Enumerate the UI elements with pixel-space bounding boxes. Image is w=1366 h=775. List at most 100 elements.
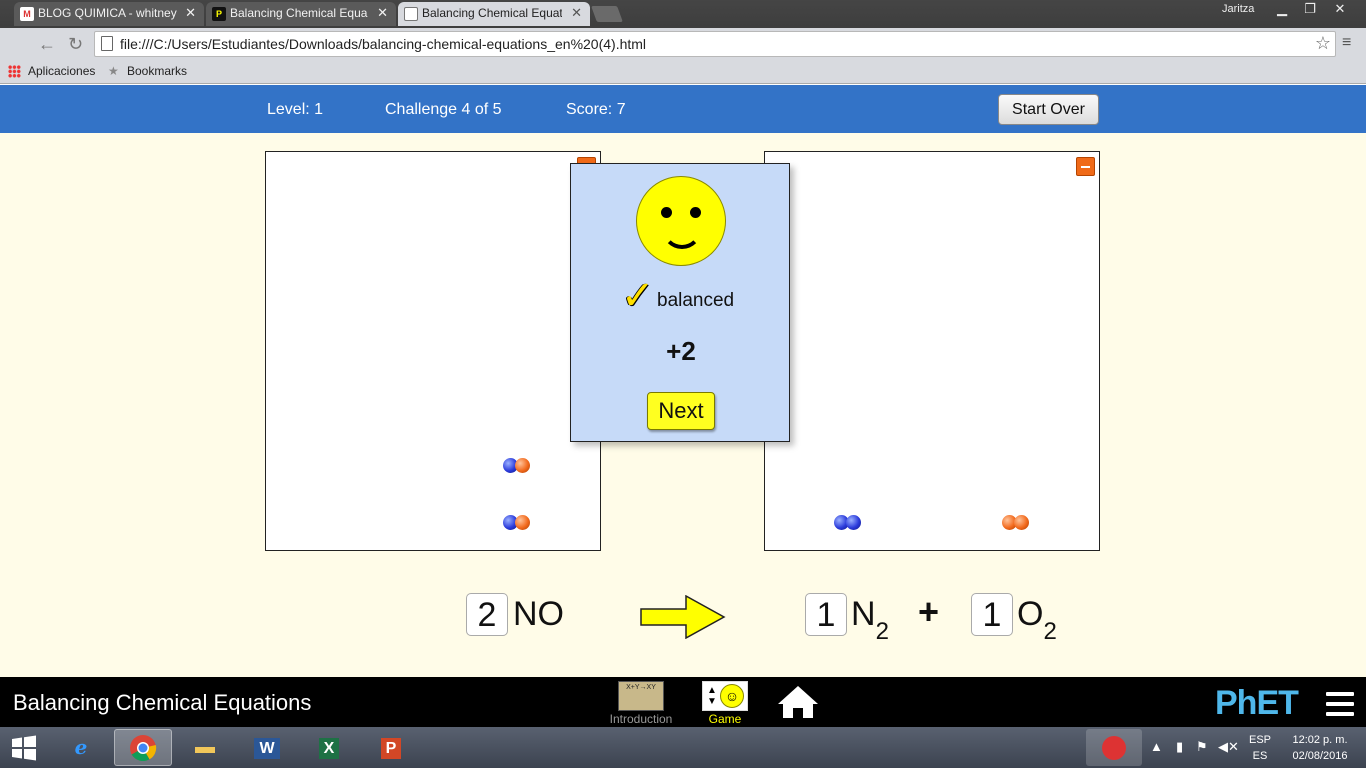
products-box: [764, 151, 1100, 551]
sim-title: Balancing Chemical Equations: [13, 690, 312, 715]
smiley-face-icon: [636, 176, 726, 266]
symbol-n: N: [851, 595, 876, 633]
phet-logo[interactable]: PhET: [1215, 684, 1299, 723]
tab-label: Balancing Chemical Equat: [422, 6, 562, 20]
browser-toolbar: ← ↻ file:///C:/Users/Estudiantes/Downloa…: [0, 28, 1366, 60]
chrome-taskbar-icon[interactable]: [114, 729, 172, 766]
restore-icon[interactable]: ❐: [1296, 0, 1324, 18]
tab-strip: M BLOG QUIMICA - whitney ✕ P Balancing C…: [0, 0, 1366, 28]
notification-app-icon[interactable]: [1086, 729, 1142, 766]
tab-blog-quimica[interactable]: M BLOG QUIMICA - whitney ✕: [14, 2, 204, 26]
url-text[interactable]: file:///C:/Users/Estudiantes/Downloads/b…: [120, 36, 646, 52]
bookmarks-bar: Aplicaciones ★ Bookmarks: [0, 60, 1366, 84]
home-icon[interactable]: [776, 684, 820, 720]
address-bar[interactable]: file:///C:/Users/Estudiantes/Downloads/b…: [94, 31, 1336, 57]
close-icon[interactable]: ✕: [377, 2, 388, 24]
nav-label-introduction: Introduction: [609, 712, 673, 726]
tab-label: BLOG QUIMICA - whitney: [38, 6, 177, 20]
apps-grid-icon: [8, 65, 21, 78]
phet-icon: P: [212, 7, 226, 21]
nav-label-game: Game: [708, 712, 742, 726]
oxygen-atom: [1014, 515, 1029, 530]
smiley-mouth: [662, 217, 702, 249]
up-down-arrows-icon: ▲ ▼: [707, 685, 717, 707]
page-icon: [404, 7, 418, 21]
excel-icon[interactable]: X: [300, 729, 358, 766]
smiley-icon: ☺: [720, 684, 744, 708]
profile-name[interactable]: Jaritza: [1222, 3, 1254, 15]
close-icon[interactable]: ✕: [571, 2, 582, 24]
molecule-o2: [1002, 515, 1030, 530]
new-tab-button[interactable]: [591, 6, 623, 22]
balanced-status: balanced: [657, 290, 735, 311]
windows-taskbar: e ▬ W X P ▲ ▮ ⚑ ◀✕ ESP ES 12:02 p. m. 02…: [0, 727, 1366, 768]
battery-icon[interactable]: ▮: [1176, 739, 1183, 755]
language-code[interactable]: ESP: [1248, 734, 1272, 746]
reactants-box: [265, 151, 601, 551]
file-explorer-icon[interactable]: ▬: [176, 729, 234, 766]
coefficient-o2[interactable]: 1: [971, 593, 1013, 636]
plus-sign: +: [918, 591, 940, 632]
close-window-icon[interactable]: ✕: [1326, 0, 1354, 18]
nav-introduction[interactable]: X+Y→XY Introduction: [604, 681, 678, 726]
molecule-no: [503, 515, 531, 530]
close-icon[interactable]: ✕: [185, 2, 196, 24]
star-icon: ★: [108, 64, 119, 78]
tab-balancing-1[interactable]: P Balancing Chemical Equa ✕: [206, 2, 396, 26]
formula-no: NO: [513, 595, 564, 633]
back-icon[interactable]: ←: [38, 34, 56, 55]
flag-icon[interactable]: ⚑: [1196, 739, 1208, 755]
formula-n2: N2: [851, 593, 889, 647]
game-thumb-icon: ▲ ▼ ☺: [702, 681, 748, 711]
start-over-button[interactable]: Start Over: [998, 94, 1099, 125]
clock-date[interactable]: 02/08/2016: [1284, 750, 1356, 762]
thumb-text: X+Y→XY: [626, 684, 656, 691]
score-label: Score: 7: [566, 101, 626, 118]
symbol-o: O: [1017, 595, 1044, 633]
chrome-icon: [130, 735, 157, 762]
formula-o2: O2: [1017, 593, 1057, 647]
tab-label: Balancing Chemical Equa: [230, 6, 368, 20]
subscript-o2: 2: [1043, 617, 1057, 645]
game-status-bar: Level: 1 Challenge 4 of 5 Score: 7 Start…: [0, 85, 1366, 133]
internet-explorer-icon[interactable]: e: [52, 729, 110, 766]
hamburger-menu-icon[interactable]: [1326, 692, 1354, 716]
page-icon: [101, 36, 113, 51]
checkmark-icon: ✓: [621, 274, 655, 318]
subscript-n2: 2: [875, 617, 889, 645]
coefficient-n2[interactable]: 1: [805, 593, 847, 636]
chrome-menu-icon[interactable]: ≡: [1342, 34, 1358, 52]
reaction-arrow-icon: [640, 595, 726, 639]
introduction-thumb-icon: X+Y→XY: [618, 681, 664, 711]
alert-icon: [1102, 735, 1126, 760]
reload-icon[interactable]: ↻: [68, 34, 83, 55]
minimize-icon[interactable]: ▁: [1268, 0, 1296, 18]
windows-start-icon[interactable]: [10, 735, 38, 761]
coefficient-no[interactable]: 2: [466, 593, 508, 636]
volume-muted-icon[interactable]: ◀✕: [1218, 739, 1239, 755]
oxygen-atom: [515, 515, 530, 530]
bookmark-bookmarks[interactable]: Bookmarks: [127, 64, 187, 78]
next-button[interactable]: Next: [647, 392, 715, 430]
word-icon[interactable]: W: [238, 729, 296, 766]
language-region[interactable]: ES: [1248, 750, 1272, 762]
challenge-label: Challenge 4 of 5: [385, 101, 502, 118]
tray-expand-icon[interactable]: ▲: [1150, 739, 1163, 754]
molecule-n2: [834, 515, 862, 530]
browser-chrome: M BLOG QUIMICA - whitney ✕ P Balancing C…: [0, 0, 1366, 84]
nav-game[interactable]: ▲ ▼ ☺ Game: [698, 681, 752, 726]
gmail-icon: M: [20, 7, 34, 21]
nitrogen-atom: [846, 515, 861, 530]
powerpoint-icon[interactable]: P: [362, 729, 420, 766]
collapse-products-button[interactable]: [1076, 157, 1095, 176]
bookmark-apps[interactable]: Aplicaciones: [28, 64, 95, 78]
clock-time[interactable]: 12:02 p. m.: [1284, 734, 1356, 746]
tab-balancing-active[interactable]: Balancing Chemical Equat ✕: [398, 2, 590, 26]
oxygen-atom: [515, 458, 530, 473]
play-area: ✓ balanced +2 Next 2 NO 1 N2 + 1 O2: [0, 133, 1366, 677]
feedback-popup: ✓ balanced +2 Next: [570, 163, 790, 442]
points-awarded: +2: [666, 336, 696, 366]
molecule-no: [503, 458, 531, 473]
phet-navbar: Balancing Chemical Equations X+Y→XY Intr…: [0, 677, 1366, 727]
bookmark-star-icon[interactable]: ☆: [1315, 33, 1331, 54]
